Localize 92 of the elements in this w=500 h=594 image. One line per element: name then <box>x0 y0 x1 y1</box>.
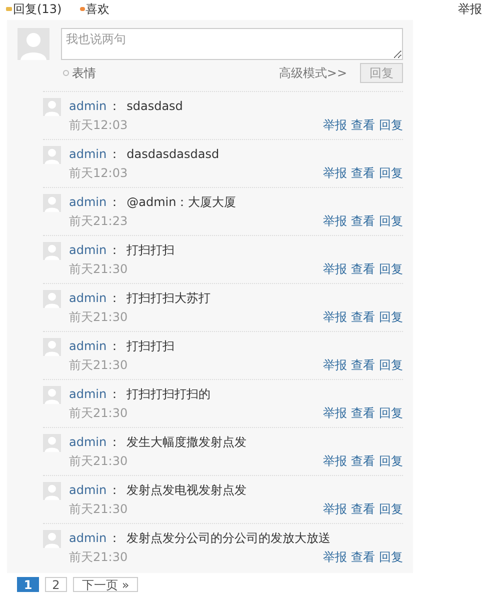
comment-text: 打扫打扫 <box>126 242 175 259</box>
action-link[interactable]: 举报 <box>323 500 347 518</box>
colon-text: ： <box>108 386 122 403</box>
comment-text: @admin：大厦大厦 <box>126 194 236 211</box>
username-link[interactable]: admin <box>69 241 107 259</box>
action-link[interactable]: 回复 <box>379 548 403 566</box>
action-link[interactable]: 回复 <box>379 308 403 326</box>
action-link[interactable]: 回复 <box>379 212 403 230</box>
comment-time: 前天21:30 <box>69 357 128 374</box>
username-link[interactable]: admin <box>69 385 107 403</box>
action-link[interactable]: 查看 <box>351 404 375 422</box>
comment-text: 发生大幅度撒发射点发 <box>126 434 247 451</box>
like-tab[interactable]: 喜欢 <box>80 0 110 18</box>
action-link[interactable]: 举报 <box>323 404 347 422</box>
avatar-icon <box>43 482 61 500</box>
action-link[interactable]: 回复 <box>379 452 403 470</box>
action-link[interactable]: 举报 <box>323 116 347 134</box>
username-link[interactable]: admin <box>69 97 107 115</box>
comment-text: 打扫打扫 <box>126 338 175 355</box>
username-link[interactable]: admin <box>69 433 107 451</box>
avatar-icon <box>43 242 61 260</box>
reply-tab[interactable]: 回复(13) <box>6 0 62 18</box>
comment-time: 前天21:30 <box>69 549 128 566</box>
action-link[interactable]: 回复 <box>379 356 403 374</box>
comment-time: 前天21:30 <box>69 309 128 326</box>
emoji-link[interactable]: 表情 <box>63 64 96 82</box>
action-link[interactable]: 查看 <box>351 452 375 470</box>
action-link[interactable]: 查看 <box>351 116 375 134</box>
action-link[interactable]: 查看 <box>351 212 375 230</box>
action-link[interactable]: 举报 <box>323 308 347 326</box>
action-link[interactable]: 回复 <box>379 404 403 422</box>
action-link[interactable]: 查看 <box>351 308 375 326</box>
username-link[interactable]: admin <box>69 289 107 307</box>
page-button[interactable]: 2 <box>45 577 67 592</box>
action-link[interactable]: 回复 <box>379 116 403 134</box>
comment-time: 前天21:30 <box>69 405 128 422</box>
comment-text: sdasdasd <box>126 98 183 115</box>
colon-text: ： <box>108 290 122 307</box>
action-link[interactable]: 举报 <box>323 260 347 278</box>
comment-text: 发射点发电视发射点发 <box>126 482 247 499</box>
colon-text: ： <box>108 530 122 547</box>
action-link[interactable]: 查看 <box>351 164 375 182</box>
action-link[interactable]: 举报 <box>323 212 347 230</box>
avatar-icon <box>43 338 61 356</box>
username-link[interactable]: admin <box>69 145 107 163</box>
colon-text: ： <box>108 434 122 451</box>
next-page-button[interactable]: 下一页 » <box>73 577 138 592</box>
action-link[interactable]: 查看 <box>351 548 375 566</box>
action-link[interactable]: 查看 <box>351 356 375 374</box>
comment-text: dasdasdasdasd <box>126 146 220 163</box>
comment-input[interactable]: 我也说两句 <box>61 28 403 60</box>
advanced-mode-link[interactable]: 高级模式>> <box>278 64 347 82</box>
comment-time: 前天12:03 <box>69 117 128 134</box>
colon-text: ： <box>108 338 122 355</box>
avatar-icon <box>43 434 61 452</box>
action-link[interactable]: 回复 <box>379 500 403 518</box>
comment-time: 前天21:23 <box>69 213 128 230</box>
avatar-icon <box>17 28 50 60</box>
colon-text: ： <box>108 146 122 163</box>
report-link[interactable]: 举报 <box>458 0 482 18</box>
avatar-icon <box>43 530 61 548</box>
action-link[interactable]: 查看 <box>351 500 375 518</box>
avatar-icon <box>43 146 61 164</box>
colon-text: ： <box>108 242 122 259</box>
action-link[interactable]: 回复 <box>379 164 403 182</box>
comment-text: 打扫打扫大苏打 <box>126 290 211 307</box>
comment-time: 前天21:30 <box>69 261 128 278</box>
comment-time: 前天12:03 <box>69 165 128 182</box>
username-link[interactable]: admin <box>69 337 107 355</box>
avatar-icon <box>43 386 61 404</box>
action-link[interactable]: 举报 <box>323 356 347 374</box>
comment-time: 前天21:30 <box>69 501 128 518</box>
colon-text: ： <box>108 194 122 211</box>
avatar-icon <box>43 98 61 116</box>
page-button[interactable]: 1 <box>17 577 39 592</box>
action-link[interactable]: 举报 <box>323 164 347 182</box>
action-link[interactable]: 举报 <box>323 452 347 470</box>
action-link[interactable]: 查看 <box>351 260 375 278</box>
action-link[interactable]: 举报 <box>323 548 347 566</box>
comment-icon <box>6 7 12 11</box>
colon-text: ： <box>108 482 122 499</box>
comment-text: 打扫打扫打扫的 <box>126 386 211 403</box>
smiley-icon <box>63 70 69 76</box>
username-link[interactable]: admin <box>69 529 107 547</box>
comment-text: 发射点发分公司的分公司的发放大放送 <box>126 530 331 547</box>
username-link[interactable]: admin <box>69 481 107 499</box>
action-link[interactable]: 回复 <box>379 260 403 278</box>
comment-time: 前天21:30 <box>69 453 128 470</box>
avatar-icon <box>43 290 61 308</box>
colon-text: ： <box>108 98 122 115</box>
username-link[interactable]: admin <box>69 193 107 211</box>
avatar-icon <box>43 194 61 212</box>
